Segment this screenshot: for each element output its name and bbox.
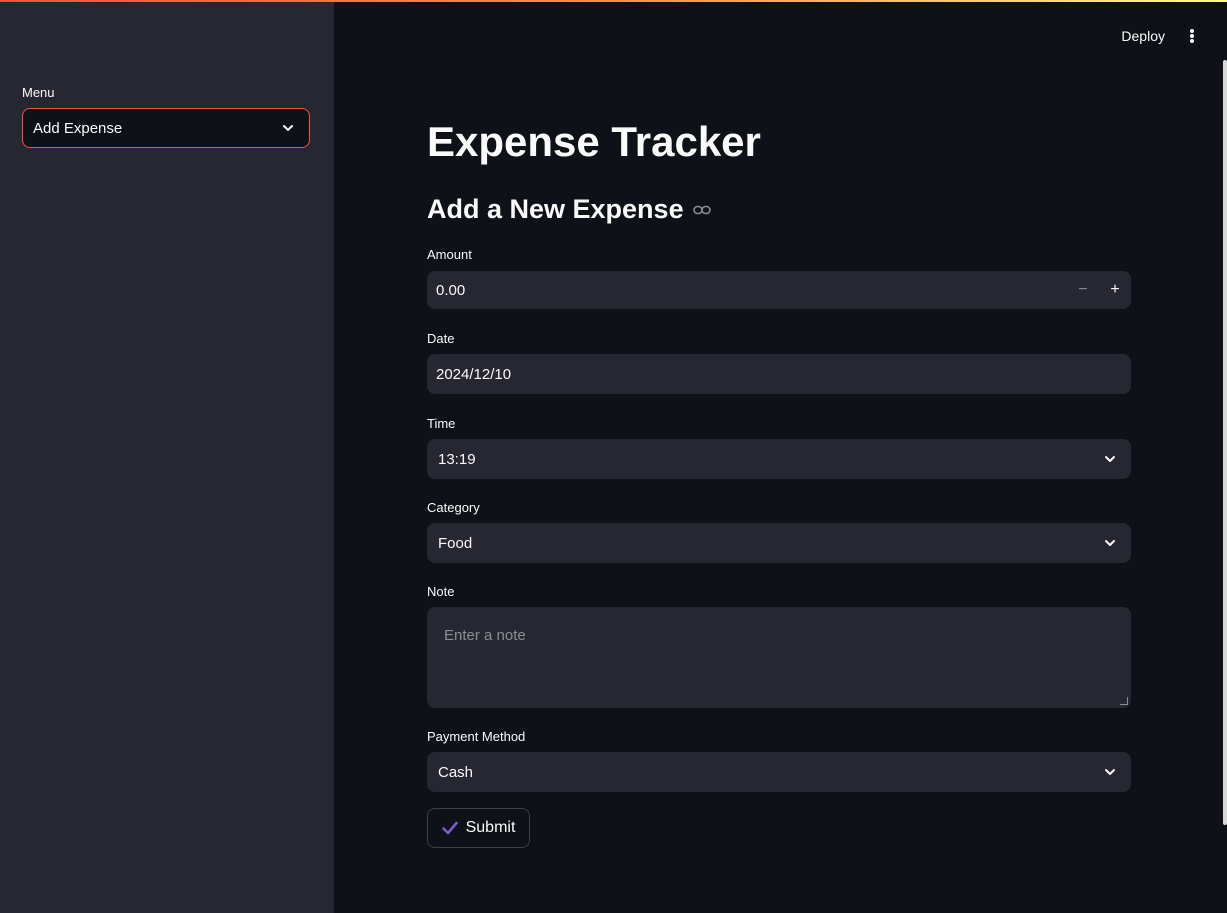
note-placeholder: Enter a note: [444, 627, 526, 644]
page-title: Expense Tracker: [427, 118, 761, 165]
check-icon: [441, 821, 458, 835]
menu-select[interactable]: Add Expense: [22, 108, 310, 148]
date-label: Date: [427, 331, 455, 346]
date-value: 2024/12/10: [436, 365, 512, 383]
category-select[interactable]: Food: [427, 523, 1131, 563]
submit-button[interactable]: Submit: [427, 808, 530, 848]
link-icon[interactable]: [692, 203, 712, 217]
chevron-down-icon: [283, 125, 293, 131]
section-heading: Add a New Expense: [427, 194, 712, 225]
amount-label: Amount: [427, 247, 472, 262]
payment-method-value: Cash: [438, 763, 474, 781]
time-value: 13:19: [438, 450, 476, 468]
amount-value: 0.00: [436, 281, 466, 299]
scrollbar[interactable]: [1223, 60, 1227, 825]
time-label: Time: [427, 416, 456, 431]
note-label: Note: [427, 584, 455, 599]
deploy-button[interactable]: Deploy: [1121, 28, 1165, 44]
amount-field[interactable]: 0.00 − +: [427, 271, 1131, 309]
main-area: Deploy Expense Tracker Add a New Expense…: [334, 0, 1227, 913]
kebab-menu-icon[interactable]: [1185, 26, 1199, 46]
submit-label: Submit: [465, 819, 516, 836]
chevron-down-icon: [1105, 540, 1115, 546]
date-input[interactable]: 2024/12/10: [427, 354, 1131, 394]
decrement-button[interactable]: −: [1067, 271, 1099, 309]
section-heading-text: Add a New Expense: [427, 194, 684, 224]
chevron-down-icon: [1105, 456, 1115, 462]
category-label: Category: [427, 500, 480, 515]
payment-method-select[interactable]: Cash: [427, 752, 1131, 792]
resize-handle[interactable]: [1120, 697, 1128, 705]
menu-label: Menu: [22, 85, 55, 100]
chevron-down-icon: [1105, 769, 1115, 775]
increment-button[interactable]: +: [1099, 271, 1131, 309]
payment-method-label: Payment Method: [427, 729, 526, 744]
top-decoration-bar: [0, 0, 1227, 2]
sidebar: Menu Add Expense: [0, 0, 334, 913]
time-select[interactable]: 13:19: [427, 439, 1131, 479]
category-value: Food: [438, 534, 473, 552]
note-textarea[interactable]: Enter a note: [427, 607, 1131, 708]
menu-select-value: Add Expense: [33, 119, 123, 137]
